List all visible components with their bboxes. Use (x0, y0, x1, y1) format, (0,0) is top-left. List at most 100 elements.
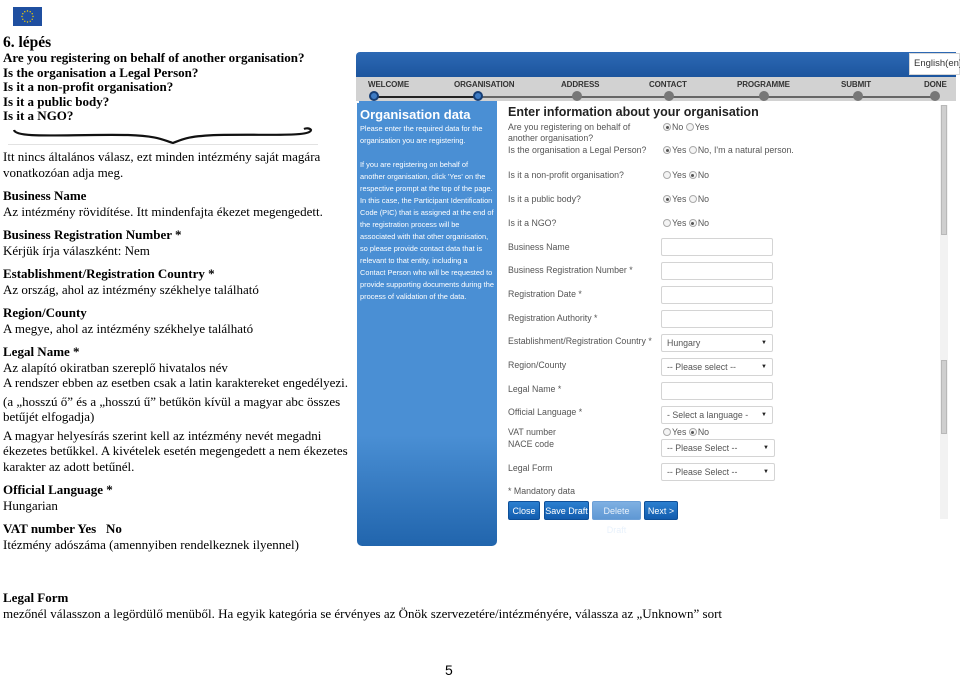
save-draft-button[interactable]: Save Draft (544, 501, 589, 520)
question-text: Is it a non-profit organisation? (3, 79, 174, 95)
panel-text: If you are registering on behalf of anot… (360, 160, 494, 301)
official-language-label: Official Language * (508, 407, 583, 417)
question-text: Is the organisation a Legal Person? (3, 64, 199, 80)
country-label: Establishment/Registration Country * (508, 336, 652, 346)
question-text: Are you registering on behalf of another… (3, 50, 305, 65)
eu-flag-logo (13, 7, 42, 26)
legal-form-label: Legal Form (508, 463, 553, 473)
field-title: Legal Name * (3, 344, 80, 359)
legal-form-select[interactable]: -- Please Select -- ▼ (661, 463, 775, 481)
registration-screenshot: English(en) WELCOME ORGANISATION ADDRESS… (356, 50, 960, 546)
region-select[interactable]: -- Please select -- ▼ (661, 358, 773, 376)
field-title: Region/County (3, 305, 87, 320)
field-description: (a „hosszú ő” és a „hosszú ű” betűkön kí… (3, 393, 341, 425)
field-description: A magyar helyesírás szerint kell az inté… (3, 427, 348, 474)
registration-date-label: Registration Date * (508, 289, 582, 299)
step-dot (664, 91, 674, 101)
field-description: Itézmény adószáma (amennyiben rendelkezn… (3, 536, 299, 552)
field-description: Az alapító okiratban szereplő hivatalos … (3, 359, 228, 375)
delete-draft-button[interactable]: Delete Draft (592, 501, 641, 535)
field-title: Establishment/Registration Country * (3, 266, 215, 281)
radio-no[interactable] (688, 146, 697, 154)
dropdown-caret-icon: ▼ (763, 469, 769, 475)
registration-authority-label: Registration Authority * (508, 313, 598, 323)
radio-no[interactable] (663, 123, 671, 131)
step-dot (759, 91, 769, 101)
step-title: 6. lépés (3, 34, 52, 51)
field-title: Official Language * (3, 482, 113, 497)
nace-label: NACE code (508, 439, 554, 449)
step-questions: 6. lépés Are you registering on behalf o… (3, 34, 353, 124)
app-header-bar (356, 52, 956, 77)
panel-title: Organisation data (360, 107, 471, 122)
dropdown-caret-icon: ▼ (763, 445, 769, 451)
radio-no[interactable] (688, 171, 697, 179)
step-submit[interactable]: SUBMIT (841, 80, 871, 89)
progress-line-done (374, 96, 479, 98)
scrollbar[interactable] (940, 105, 948, 519)
question-text: Is it a public body? (3, 93, 110, 109)
radio-no[interactable] (688, 219, 697, 227)
radio-yes[interactable] (663, 171, 671, 179)
radio-yes[interactable] (663, 428, 671, 436)
step-programme[interactable]: PROGRAMME (737, 80, 790, 89)
step-dot (572, 91, 582, 101)
step-welcome[interactable]: WELCOME (368, 80, 409, 89)
country-select[interactable]: Hungary ▼ (661, 334, 773, 352)
step-dot-done (369, 91, 379, 101)
dropdown-caret-icon: ▼ (761, 412, 767, 418)
step-address[interactable]: ADDRESS (561, 80, 600, 89)
scrollbar-thumb[interactable] (941, 105, 947, 235)
scrollbar-thumb[interactable] (941, 360, 947, 434)
legal-name-label: Legal Name * (508, 384, 562, 394)
close-button[interactable]: Close (508, 501, 540, 520)
step-dot-done (473, 91, 483, 101)
radio-yes[interactable] (663, 146, 671, 154)
radio-no[interactable] (688, 195, 697, 203)
business-reg-number-input[interactable] (661, 262, 773, 280)
field-description: Kérjük írja válaszként: Nem (3, 242, 150, 258)
field-description: Az intézmény rövidítése. Itt mindenfajta… (3, 203, 323, 219)
field-description: A rendszer ebben az esetben csak a latin… (3, 375, 349, 390)
next-button[interactable]: Next > (644, 501, 678, 520)
field-description: A megye, ahol az intézmény székhelye tal… (3, 320, 254, 336)
step-dot (853, 91, 863, 101)
form-heading: Enter information about your organisatio… (508, 105, 759, 119)
nace-select[interactable]: -- Please Select -- ▼ (661, 439, 775, 457)
intro-text: Itt nincs általános válasz, ezt minden i… (3, 149, 321, 180)
step-contact[interactable]: CONTACT (649, 80, 687, 89)
field-description: Az ország, ahol az intézmény székhelye t… (3, 281, 259, 297)
region-label: Region/County (508, 360, 567, 370)
mandatory-note: * Mandatory data (508, 486, 575, 496)
page-number: 5 (445, 662, 453, 677)
business-reg-number-label: Business Registration Number * (508, 265, 633, 275)
organisation-form: Enter information about your organisatio… (508, 104, 918, 535)
field-title: Business Registration Number * (3, 227, 182, 242)
language-selector[interactable]: English(en) (909, 53, 960, 75)
field-title: Legal Form (3, 590, 69, 605)
step-dot (930, 91, 940, 101)
organisation-data-panel: Organisation data Please enter the requi… (357, 103, 497, 546)
progress-line-todo (479, 96, 939, 98)
business-name-input[interactable] (661, 238, 773, 256)
radio-yes[interactable] (685, 123, 694, 131)
official-language-select[interactable]: - Select a language - ▼ (661, 406, 773, 424)
business-name-label: Business Name (508, 242, 570, 252)
step-organisation[interactable]: ORGANISATION (454, 80, 515, 89)
dropdown-caret-icon: ▼ (761, 340, 767, 346)
decorative-brace-divider (8, 127, 318, 145)
radio-yes[interactable] (663, 219, 671, 227)
question-text: Is it a NGO? (3, 108, 74, 124)
legal-form-note: Legal Form mezőnél válasszon a legördülő… (3, 590, 953, 621)
registration-authority-input[interactable] (661, 310, 773, 328)
legal-name-input[interactable] (661, 382, 773, 400)
panel-text: Please enter the required data for the o… (360, 124, 483, 145)
field-description: mezőnél válasszon a legördülő menüből. H… (3, 605, 723, 621)
field-description: Hungarian (3, 497, 58, 513)
field-explanations: Itt nincs általános válasz, ezt minden i… (3, 149, 353, 552)
step-done[interactable]: DONE (924, 80, 947, 89)
progress-steps: WELCOME ORGANISATION ADDRESS CONTACT PRO… (356, 77, 956, 101)
registration-date-input[interactable] (661, 286, 773, 304)
radio-yes[interactable] (663, 195, 671, 203)
radio-no[interactable] (688, 428, 697, 436)
